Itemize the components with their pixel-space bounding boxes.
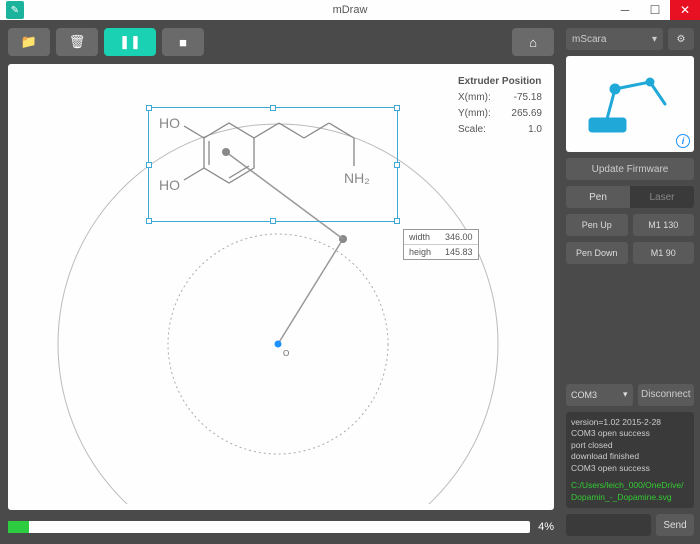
resize-handle[interactable]: [146, 218, 152, 224]
send-button[interactable]: Send: [656, 514, 694, 536]
close-button[interactable]: ✕: [670, 0, 700, 20]
console-log: version=1.02 2015-2-28 COM3 open success…: [566, 412, 694, 508]
app-icon: ✎: [6, 1, 24, 19]
chevron-down-icon: ▾: [623, 389, 628, 400]
update-firmware-button[interactable]: Update Firmware: [566, 158, 694, 180]
chevron-down-icon: ▾: [652, 34, 657, 45]
pen-up-value[interactable]: M1 130: [633, 214, 695, 236]
resize-handle[interactable]: [394, 162, 400, 168]
svg-text:NH₂: NH₂: [344, 170, 370, 186]
stop-button[interactable]: ■: [162, 28, 204, 56]
folder-icon: 📁: [21, 34, 37, 50]
resize-handle[interactable]: [394, 218, 400, 224]
svg-text:HO: HO: [159, 177, 180, 193]
canvas[interactable]: O HO: [8, 64, 554, 510]
settings-button[interactable]: ⚙: [668, 28, 694, 50]
resize-handle[interactable]: [394, 105, 400, 111]
pen-down-value[interactable]: M1 90: [633, 242, 695, 264]
pause-icon: ❚❚: [119, 34, 141, 50]
dimensions-box: width346.00 heigh145.83: [403, 229, 479, 260]
minimize-button[interactable]: ─: [610, 0, 640, 20]
resize-handle[interactable]: [270, 218, 276, 224]
robot-select[interactable]: mScara▾: [566, 28, 663, 50]
resize-handle[interactable]: [146, 105, 152, 111]
home-icon: ⌂: [529, 35, 537, 50]
home-button[interactable]: ⌂: [512, 28, 554, 56]
port-select[interactable]: COM3▾: [566, 384, 633, 406]
trash-icon: 🗑: [69, 34, 86, 50]
progress-percent: 4%: [538, 521, 554, 533]
resize-handle[interactable]: [146, 162, 152, 168]
pen-down-button[interactable]: Pen Down: [566, 242, 628, 264]
window-title: mDraw: [333, 4, 368, 16]
pen-up-button[interactable]: Pen Up: [566, 214, 628, 236]
robot-preview: i: [566, 56, 694, 152]
selection-box[interactable]: HO HO NH₂: [148, 107, 398, 222]
tab-laser[interactable]: Laser: [630, 186, 694, 208]
progress-fill: [8, 521, 29, 533]
command-input[interactable]: [566, 514, 651, 536]
progress-bar: [8, 521, 530, 533]
open-button[interactable]: 📁: [8, 28, 50, 56]
info-icon[interactable]: i: [676, 134, 690, 148]
tab-pen[interactable]: Pen: [566, 186, 630, 208]
extruder-position: Extruder Position X(mm):-75.18 Y(mm):265…: [458, 76, 542, 135]
stop-icon: ■: [179, 35, 187, 50]
resize-handle[interactable]: [270, 105, 276, 111]
maximize-button[interactable]: ☐: [640, 0, 670, 20]
svg-text:HO: HO: [159, 115, 180, 131]
gear-icon: ⚙: [677, 34, 686, 45]
delete-button[interactable]: 🗑: [56, 28, 98, 56]
disconnect-button[interactable]: Disconnect: [638, 384, 695, 406]
pause-button[interactable]: ❚❚: [104, 28, 156, 56]
origin-label: O: [283, 349, 289, 358]
